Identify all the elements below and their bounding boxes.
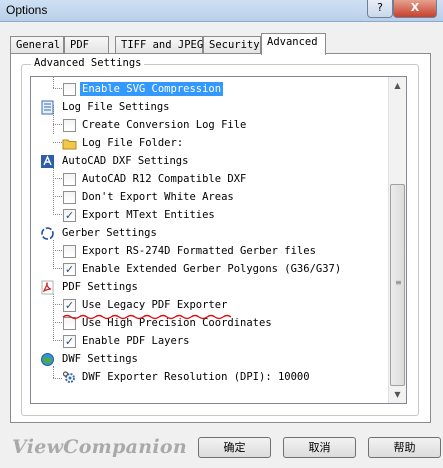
tree-item-export-rs274d[interactable]: Export RS-274D Formatted Gerber files xyxy=(31,242,388,260)
log-file-icon xyxy=(40,100,55,115)
pdf-icon xyxy=(40,280,55,295)
label-autocad-dxf-settings: AutoCAD DXF Settings xyxy=(62,155,189,167)
label-dwf-resolution: DWF Exporter Resolution (DPI): 10000 xyxy=(82,371,310,383)
tab-general[interactable]: General xyxy=(10,36,64,54)
autocad-icon xyxy=(40,154,55,169)
tree-item-export-mtext-entities[interactable]: ✓ Export MText Entities xyxy=(31,206,388,224)
tree-item-dont-export-white-areas[interactable]: Don't Export White Areas xyxy=(31,188,388,206)
help-button[interactable]: 帮助 xyxy=(368,437,441,458)
tree-group-gerber-settings[interactable]: Gerber Settings xyxy=(31,224,388,242)
tree-item-autocad-r12[interactable]: AutoCAD R12 Compatible DXF xyxy=(31,170,388,188)
help-icon: ? xyxy=(377,1,383,14)
tree-item-enable-svg-compression[interactable]: Enable SVG Compression xyxy=(31,80,388,98)
folder-icon xyxy=(62,136,77,151)
title-bar: Options ? X xyxy=(0,0,443,22)
tree-group-pdf-settings[interactable]: PDF Settings xyxy=(31,278,388,296)
checkbox-enable-pdf-layers[interactable]: ✓ xyxy=(63,335,76,348)
checkbox-use-legacy-pdf-exporter[interactable]: ✓ xyxy=(63,299,76,312)
scroll-grip-icon: ≡ xyxy=(395,278,402,287)
checkbox-export-mtext-entities[interactable]: ✓ xyxy=(63,209,76,222)
label-dont-export-white-areas: Don't Export White Areas xyxy=(82,191,234,203)
tree-item-log-file-folder[interactable]: Log File Folder: xyxy=(31,134,388,152)
window-title: Options xyxy=(6,3,48,17)
tree-scrollbar[interactable]: ▲ ≡ ▼ xyxy=(388,77,406,403)
tab-security[interactable]: Security xyxy=(203,36,261,54)
tree-item-dwf-resolution[interactable]: DWF Exporter Resolution (DPI): 10000 xyxy=(31,368,388,386)
cancel-button[interactable]: 取消 xyxy=(283,437,356,458)
checkbox-enable-svg-compression[interactable] xyxy=(63,83,76,96)
scroll-up-arrow[interactable]: ▲ xyxy=(389,77,406,94)
checkbox-export-rs274d[interactable] xyxy=(63,245,76,258)
gear-icon xyxy=(62,370,77,385)
label-autocad-r12: AutoCAD R12 Compatible DXF xyxy=(82,173,247,185)
label-pdf-settings: PDF Settings xyxy=(62,281,138,293)
scroll-thumb[interactable]: ≡ xyxy=(390,184,405,386)
label-enable-extended-gerber: Enable Extended Gerber Polygons (G36/G37… xyxy=(82,263,342,275)
tree-group-dwf-settings[interactable]: DWF Settings xyxy=(31,350,388,368)
close-icon: X xyxy=(410,1,420,14)
tree-group-autocad-dxf-settings[interactable]: AutoCAD DXF Settings xyxy=(31,152,388,170)
settings-tree[interactable]: Enable SVG Compression Log File Settings… xyxy=(30,76,407,404)
label-create-conversion-log-file: Create Conversion Log File xyxy=(82,119,247,131)
tab-advanced[interactable]: Advanced xyxy=(261,33,326,55)
tree-group-log-file-settings[interactable]: Log File Settings xyxy=(31,98,388,116)
tab-pdf[interactable]: PDF xyxy=(64,36,109,54)
label-dwf-settings: DWF Settings xyxy=(62,353,138,365)
label-export-rs274d: Export RS-274D Formatted Gerber files xyxy=(82,245,316,257)
tree-item-create-conversion-log-file[interactable]: Create Conversion Log File xyxy=(31,116,388,134)
help-window-button[interactable]: ? xyxy=(367,0,393,18)
label-use-legacy-pdf-exporter: Use Legacy PDF Exporter xyxy=(82,299,228,311)
tree-item-enable-pdf-layers[interactable]: ✓ Enable PDF Layers xyxy=(31,332,388,350)
label-export-mtext-entities: Export MText Entities xyxy=(82,209,215,221)
dwf-globe-icon xyxy=(40,352,55,367)
scroll-down-arrow[interactable]: ▼ xyxy=(389,386,406,403)
label-gerber-settings: Gerber Settings xyxy=(62,227,157,239)
checkbox-dont-export-white-areas[interactable] xyxy=(63,191,76,204)
label-enable-svg-compression: Enable SVG Compression xyxy=(80,82,224,96)
tree-item-use-legacy-pdf-exporter[interactable]: ✓ Use Legacy PDF Exporter xyxy=(31,296,388,314)
checkbox-create-conversion-log-file[interactable] xyxy=(63,119,76,132)
checkbox-autocad-r12[interactable] xyxy=(63,173,76,186)
checkbox-enable-extended-gerber[interactable]: ✓ xyxy=(63,263,76,276)
ok-button[interactable]: 确定 xyxy=(198,437,271,458)
tree-item-enable-extended-gerber[interactable]: ✓ Enable Extended Gerber Polygons (G36/G… xyxy=(31,260,388,278)
label-log-file-settings: Log File Settings xyxy=(62,101,170,113)
tab-tiff-jpeg[interactable]: TIFF and JPEG xyxy=(115,36,203,54)
annotation-underline xyxy=(62,314,232,320)
gerber-icon xyxy=(40,226,55,241)
group-title: Advanced Settings xyxy=(31,57,145,69)
close-window-button[interactable]: X xyxy=(393,0,437,18)
brand-logo: ViewCompanion xyxy=(12,436,187,458)
label-log-file-folder: Log File Folder: xyxy=(82,137,184,149)
label-enable-pdf-layers: Enable PDF Layers xyxy=(82,335,190,347)
